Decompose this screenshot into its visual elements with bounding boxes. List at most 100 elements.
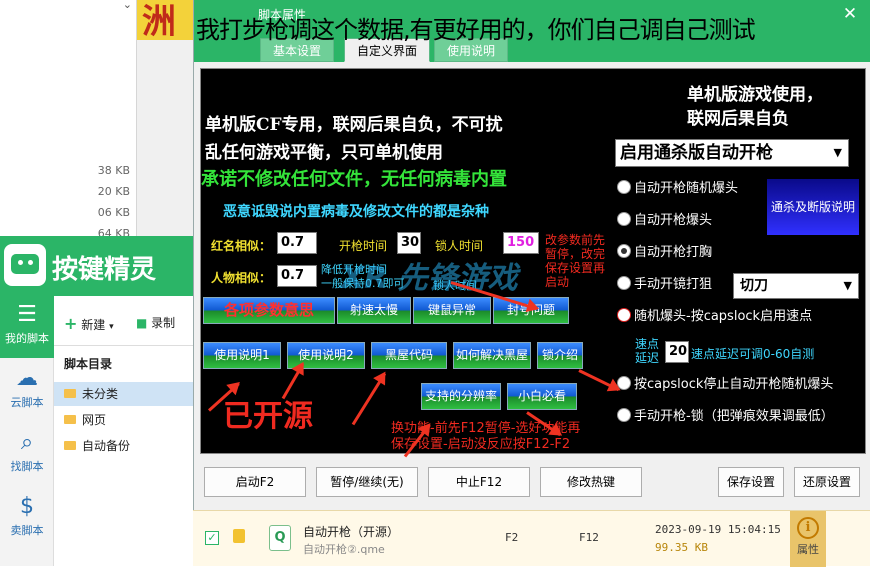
nav-label: 云脚本 [10,396,44,409]
stop-button[interactable]: 中止F12 [428,467,530,497]
app-header: 按键精灵 [0,236,193,296]
chevron-down-icon: ▾ [109,322,114,332]
lock-intro-button[interactable]: 锁介绍 [537,342,583,369]
param-meaning-button[interactable]: 各项参数意思 [203,297,335,324]
background-gap [137,40,193,236]
app-title: 按键精灵 [52,255,157,285]
check-icon[interactable]: ✓ [205,531,219,545]
nav-label: 卖脚本 [10,524,44,537]
radio-label: 自动开枪随机爆头 [634,181,739,196]
close-icon[interactable]: ✕ [838,4,862,24]
tree-item-label: 自动备份 [82,439,131,453]
new-button[interactable]: + 新建 ▾ [64,314,114,333]
red-name-input[interactable]: 0.7 [277,232,317,254]
stop-hotkey: F12 [579,531,599,544]
save-settings-button[interactable]: 保存设置 [718,467,784,497]
start-hotkey: F2 [505,531,519,544]
chevron-down-icon: ▼ [833,146,842,159]
radio-random-headshot[interactable]: 自动开枪随机爆头 [617,179,738,199]
param-note-line: 改参数前先 [545,233,606,247]
radio-dot [617,408,631,422]
folder-icon [64,415,76,424]
cloud-icon: ☁ [16,366,38,391]
lock-icon [233,529,245,543]
nav-my-scripts[interactable]: ☰ 我的脚本 [0,296,54,358]
fire-time-input[interactable]: 30 [397,232,421,254]
promise-text: 承诺不修改任何文件，无任何病毒内置 [201,169,507,190]
radio-headshot[interactable]: 自动开枪爆头 [617,211,712,231]
warning-text: 恶意诋毁说内置病毒及修改文件的都是杂种 [223,204,489,220]
notice-line: 单机版游戏使用， [687,85,823,105]
radio-sniper[interactable]: 手动开镜打狙 [617,275,712,295]
radio-manual-lock[interactable]: 手动开枪-锁（把弹痕效果调最低） [617,407,834,427]
script-file: 自动开枪②.qme [303,543,385,556]
file-size: 38 KB [97,164,130,177]
list-icon: ☰ [17,302,37,327]
red-name-label: 红名相似： [211,239,272,253]
tree-item-uncategorized[interactable]: 未分类 [54,382,193,406]
folder-icon [64,441,76,450]
radio-label: 手动开镜打狙 [634,277,713,292]
properties-button[interactable]: i 属性 [790,511,826,567]
script-file-icon: Q [269,525,291,551]
dialog-button-bar: 启动F2 暂停/继续(无) 中止F12 修改热键 保存设置 还原设置 [194,458,870,510]
file-size: 06 KB [97,206,130,219]
radio-capslock-stop[interactable]: 按capslock停止自动开枪随机爆头 [617,375,833,395]
radio-dot [617,180,631,194]
tree-item-backup[interactable]: 自动备份 [54,434,193,458]
radio-capslock-speed[interactable]: 随机爆头-按capslock启用速点 [617,307,812,327]
cf-notice: 单机版CF专用，联网后果自负，不可扰 乱任何游戏平衡，只可单机使用 [205,111,503,167]
radio-label: 按capslock停止自动开枪随机爆头 [634,377,834,392]
folder-icon [64,389,76,398]
param-note-line: 保存设置再 [545,261,606,275]
start-button[interactable]: 启动F2 [204,467,306,497]
custom-ui-panel: 单机版游戏使用， 联网后果自负 单机版CF专用，联网后果自负，不可扰 乱任何游戏… [200,68,866,534]
nav-label: 找脚本 [10,460,44,473]
fire-rate-button[interactable]: 射速太慢 [337,297,411,324]
restore-settings-button[interactable]: 还原设置 [794,467,860,497]
speed-delay-input[interactable]: 20 [665,341,689,363]
nav-find-scripts[interactable]: ⌕ 找脚本 [0,424,54,486]
script-tree: 脚本目录 未分类 网页 自动备份 [54,346,193,566]
info-icon: i [797,517,819,539]
lock-time-input[interactable]: 150 [503,232,539,254]
nav-cloud-scripts[interactable]: ☁ 云脚本 [0,360,54,422]
radio-dot [617,308,631,322]
speed-hint: 速点延迟可调0-60自测 [691,347,815,361]
resolution-button[interactable]: 支持的分辨率 [421,383,501,410]
annotation-arrow [578,369,620,392]
beginner-button[interactable]: 小白必看 [507,383,577,410]
radio-dot [617,212,631,226]
mode-select[interactable]: 启用通杀版自动开枪 ▼ [615,139,849,167]
input-error-button[interactable]: 键鼠异常 [413,297,491,324]
overlay-caption: 我打步枪调这个数据,有更好用的，你们自己调自己测试 [196,16,756,44]
dollar-icon: $ [20,494,34,519]
mode-select-value: 启用通杀版自动开枪 [620,143,773,163]
robot-logo-icon [4,244,46,286]
single-player-notice: 单机版游戏使用， 联网后果自负 [687,83,823,131]
record-button[interactable]: ■ 录制 [136,314,175,331]
version-info-button[interactable]: 通杀及断版说明 [767,179,859,235]
side-nav: ☰ 我的脚本 ☁ 云脚本 ⌕ 找脚本 $ 卖脚本 [0,296,54,566]
plus-icon: + [64,314,78,333]
usage-1-button[interactable]: 使用说明1 [203,342,281,369]
radio-dot [617,276,631,290]
new-label: 新建 [81,318,106,332]
record-label: 录制 [151,316,176,330]
black-room-code-button[interactable]: 黑屋代码 [371,342,447,369]
nav-sell-scripts[interactable]: $ 卖脚本 [0,488,54,550]
fire-time-label: 开枪时间 [339,239,388,253]
solve-black-room-button[interactable]: 如何解决黑屋 [453,342,531,369]
file-size: 99.35 KB [655,541,708,554]
radio-chest[interactable]: 自动开枪打胸 [617,243,712,263]
lock-time-label: 锁人时间 [435,239,484,253]
tree-item-web[interactable]: 网页 [54,408,193,432]
video-icon: ■ [136,316,148,330]
script-row[interactable]: ✓ Q 自动开枪（开源） 自动开枪②.qme F2 F12 2023-09-19… [193,510,870,567]
person-input[interactable]: 0.7 [277,265,317,287]
explorer-scroll-arrow[interactable]: ⌄ [123,0,132,11]
pause-button[interactable]: 暂停/继续(无) [316,467,418,497]
person-label: 人物相似： [211,271,272,285]
hotkey-button[interactable]: 修改热键 [540,467,642,497]
knife-select[interactable]: 切刀 ▼ [733,273,859,299]
